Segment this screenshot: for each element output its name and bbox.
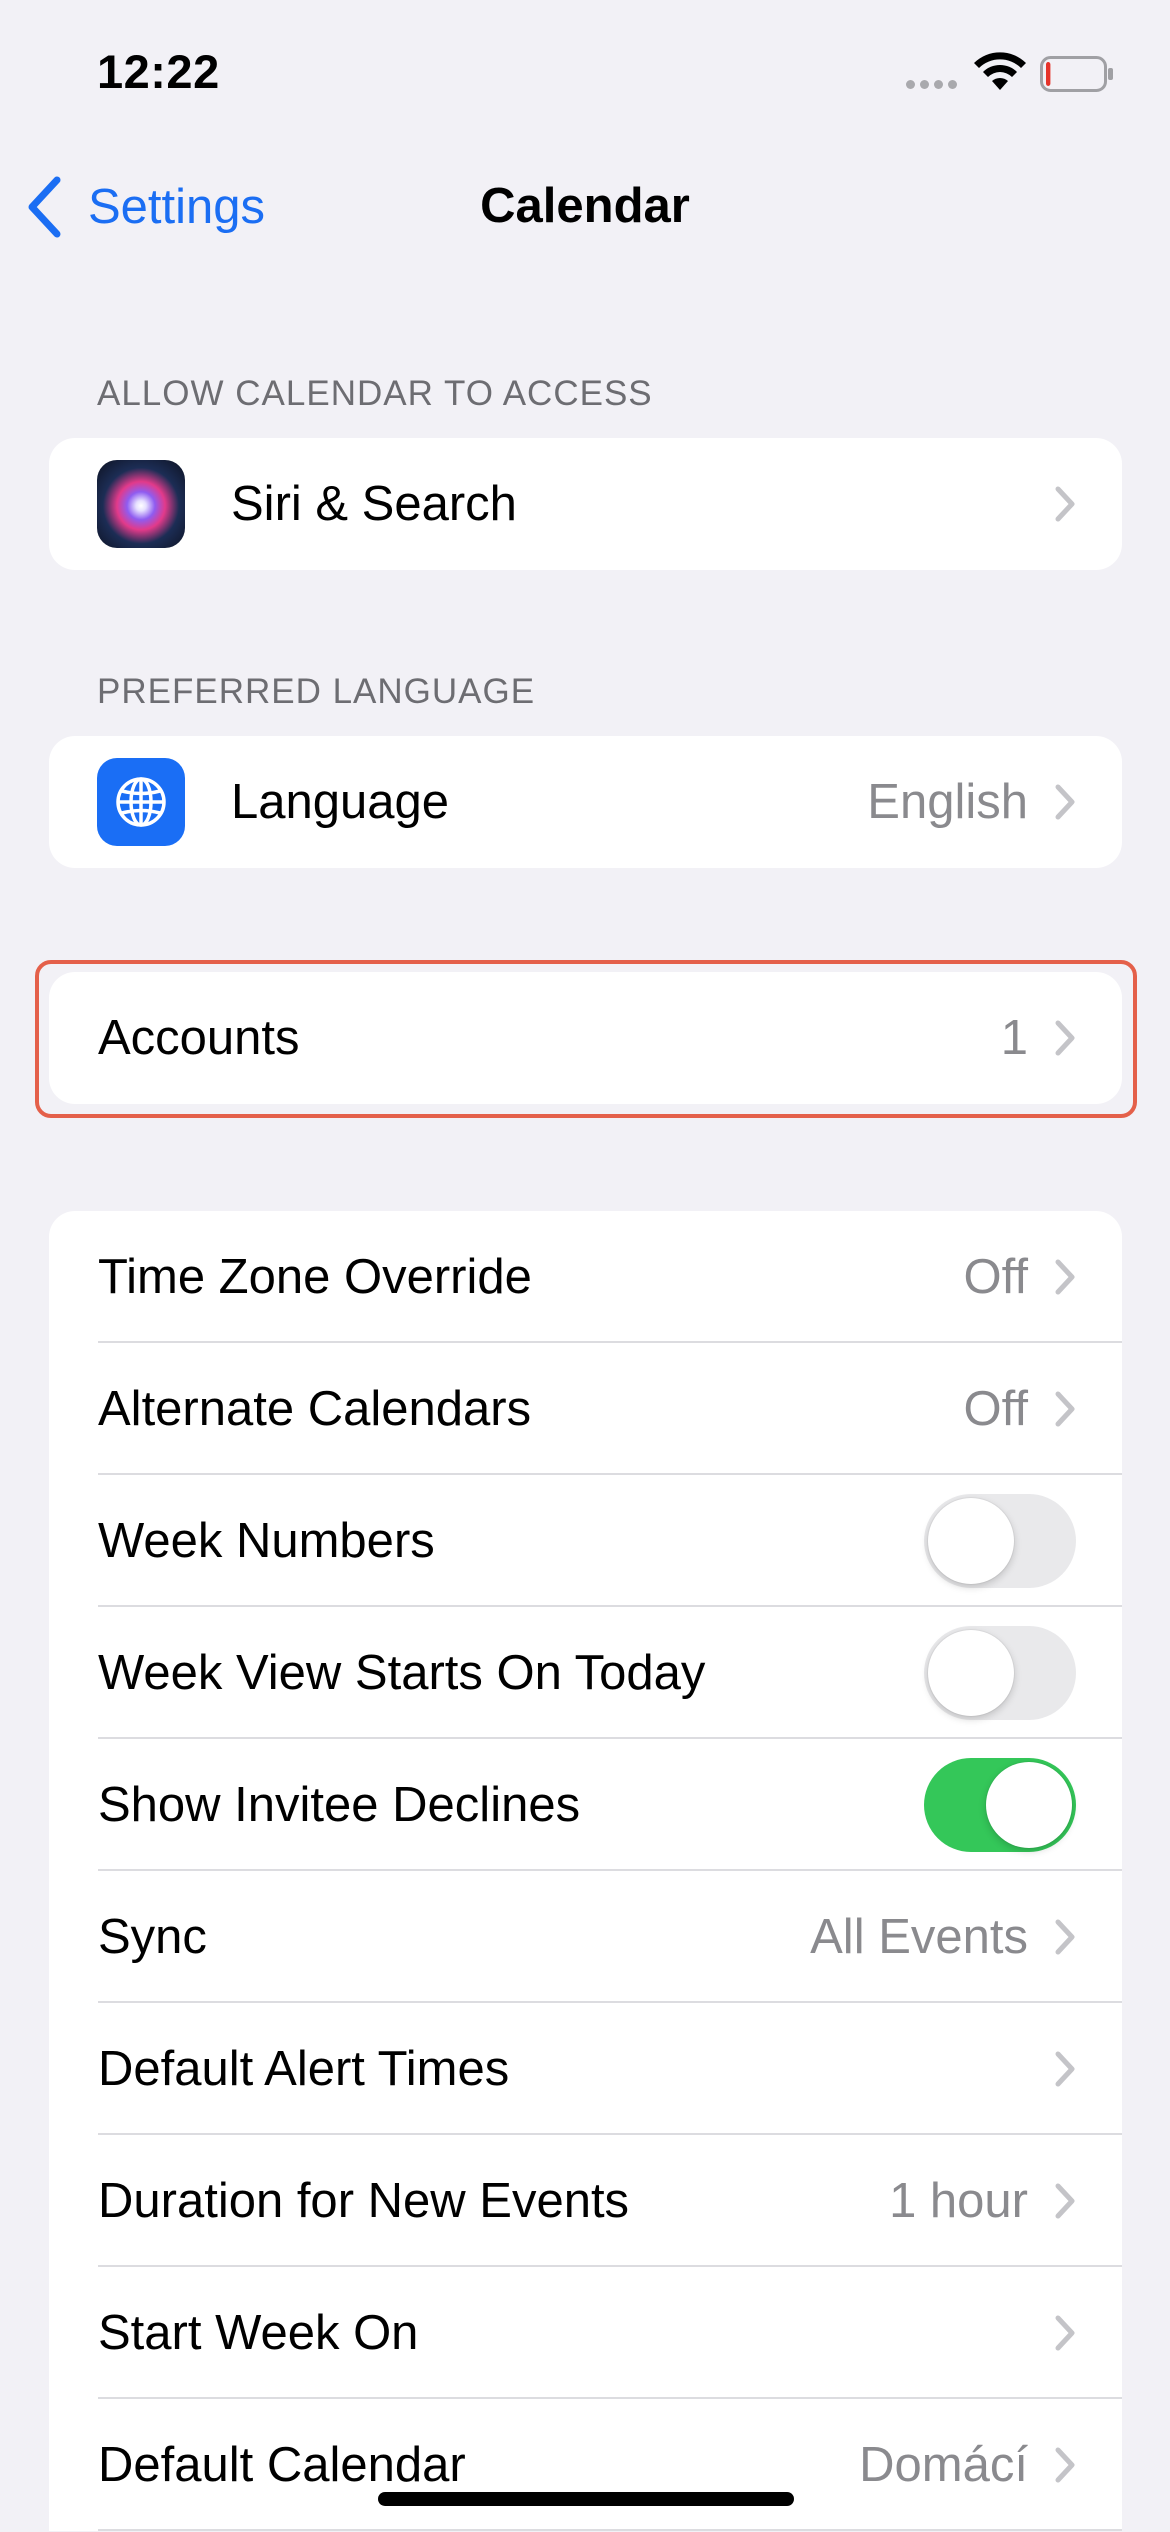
page-title: Calendar [480, 179, 690, 233]
signal-icon [906, 80, 957, 89]
chevron-right-icon [1055, 2315, 1075, 2351]
default-alert-times-row[interactable]: Default Alert Times [49, 2003, 1122, 2135]
chevron-right-icon [1055, 784, 1075, 820]
default-calendar-value: Domácí [859, 2438, 1028, 2492]
chevron-right-icon [1055, 486, 1075, 522]
start-week-on-label: Start Week On [98, 2306, 419, 2360]
allow-access-group: Siri & Search [49, 438, 1122, 570]
alternate-calendars-row[interactable]: Alternate Calendars Off [49, 1343, 1122, 1475]
week-view-today-label: Week View Starts On Today [98, 1646, 706, 1700]
time-zone-override-value: Off [963, 1250, 1028, 1304]
show-invitee-declines-label: Show Invitee Declines [98, 1778, 581, 1832]
week-view-today-row: Week View Starts On Today [49, 1607, 1122, 1739]
chevron-right-icon [1055, 1259, 1075, 1295]
battery-icon [1040, 56, 1113, 92]
default-calendar-label: Default Calendar [98, 2438, 466, 2492]
start-week-on-row[interactable]: Start Week On [49, 2267, 1122, 2399]
preferred-language-group: Language English [49, 736, 1122, 868]
week-view-today-toggle[interactable] [924, 1626, 1076, 1720]
chevron-right-icon [1055, 2447, 1075, 2483]
time-zone-override-row[interactable]: Time Zone Override Off [49, 1211, 1122, 1343]
duration-new-events-value: 1 hour [889, 2174, 1028, 2228]
alternate-calendars-value: Off [963, 1382, 1028, 1436]
globe-icon [97, 758, 185, 846]
accounts-label: Accounts [98, 1011, 300, 1065]
section-header-allow-access: ALLOW CALENDAR TO ACCESS [97, 374, 653, 413]
siri-icon [97, 460, 185, 548]
siri-search-label: Siri & Search [231, 477, 517, 531]
week-numbers-label: Week Numbers [98, 1514, 435, 1568]
section-header-preferred-language: PREFERRED LANGUAGE [97, 672, 536, 711]
alternate-calendars-label: Alternate Calendars [98, 1382, 532, 1436]
chevron-right-icon [1055, 1919, 1075, 1955]
sync-label: Sync [98, 1910, 207, 1964]
chevron-right-icon [1055, 1391, 1075, 1427]
siri-search-row[interactable]: Siri & Search [49, 438, 1122, 570]
calendar-settings-group: Time Zone Override Off Alternate Calenda… [49, 1211, 1122, 2531]
time-zone-override-label: Time Zone Override [98, 1250, 532, 1304]
language-label: Language [231, 775, 450, 829]
week-numbers-toggle[interactable] [924, 1494, 1076, 1588]
status-bar: 12:22 [0, 0, 1170, 150]
show-invitee-declines-toggle[interactable] [924, 1758, 1076, 1852]
week-numbers-row: Week Numbers [49, 1475, 1122, 1607]
accounts-count: 1 [1000, 1011, 1028, 1065]
chevron-right-icon [1055, 2183, 1075, 2219]
default-calendar-row[interactable]: Default Calendar Domácí [49, 2399, 1122, 2531]
accounts-group: Accounts 1 [49, 972, 1122, 1104]
duration-new-events-row[interactable]: Duration for New Events 1 hour [49, 2135, 1122, 2267]
default-alert-times-label: Default Alert Times [98, 2042, 510, 2096]
language-row[interactable]: Language English [49, 736, 1122, 868]
sync-value: All Events [810, 1910, 1028, 1964]
accounts-row[interactable]: Accounts 1 [49, 972, 1122, 1104]
sync-row[interactable]: Sync All Events [49, 1871, 1122, 2003]
home-indicator[interactable] [378, 2492, 794, 2506]
settings-calendar-screen: 12:22 Settings Calendar ALLOW CALENDAR T… [0, 0, 1170, 2532]
language-value: English [867, 775, 1028, 829]
chevron-right-icon [1055, 1020, 1075, 1056]
duration-new-events-label: Duration for New Events [98, 2174, 630, 2228]
chevron-right-icon [1055, 2051, 1075, 2087]
status-time: 12:22 [97, 45, 220, 98]
wifi-icon [974, 52, 1026, 90]
show-invitee-declines-row: Show Invitee Declines [49, 1739, 1122, 1871]
